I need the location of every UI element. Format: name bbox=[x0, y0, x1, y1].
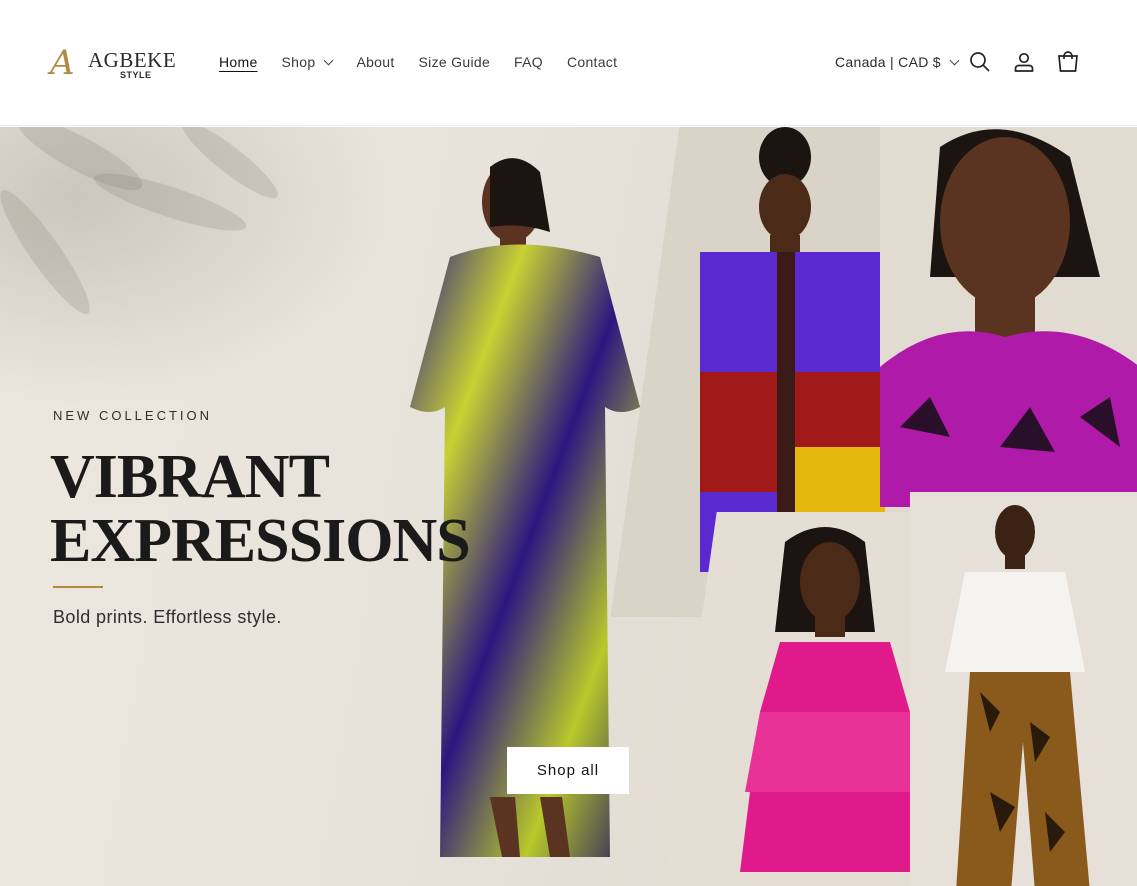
brand-logo[interactable]: A AGBEKE STYLE bbox=[50, 44, 180, 84]
chevron-down-icon bbox=[949, 55, 960, 65]
nav-item-home[interactable]: Home bbox=[219, 54, 258, 70]
nav-item-about[interactable]: About bbox=[356, 54, 394, 70]
logo-monogram: A bbox=[50, 43, 75, 83]
nav-item-shop[interactable]: Shop bbox=[281, 54, 334, 70]
site-header: A AGBEKE STYLE Home Shop About Size Guid… bbox=[0, 0, 1137, 126]
nav-item-faq[interactable]: FAQ bbox=[514, 54, 543, 70]
hero-headline-line2: EXPRESSIONS bbox=[50, 507, 471, 575]
hero-headline-line1: VIBRANT bbox=[50, 443, 330, 511]
nav-item-size-guide[interactable]: Size Guide bbox=[419, 54, 490, 70]
search-icon[interactable] bbox=[968, 50, 992, 74]
main-nav: Home Shop About Size Guide FAQ Contact bbox=[219, 52, 641, 72]
hero-divider bbox=[53, 586, 103, 588]
nav-item-contact[interactable]: Contact bbox=[567, 54, 617, 70]
shop-all-button[interactable]: Shop all bbox=[507, 747, 629, 794]
country-currency-selector[interactable]: Canada | CAD $ bbox=[835, 52, 960, 72]
chevron-down-icon bbox=[324, 55, 334, 65]
hero-tagline: Bold prints. Effortless style. bbox=[53, 607, 282, 627]
locale-label: Canada | CAD $ bbox=[835, 54, 941, 70]
hero-eyebrow: NEW COLLECTION bbox=[53, 408, 213, 423]
hero-photo-magenta-model bbox=[880, 127, 1137, 507]
account-icon[interactable] bbox=[1012, 50, 1036, 74]
hero-headline: VIBRANT EXPRESSIONS bbox=[50, 443, 471, 575]
hero-photo-trousers-model bbox=[910, 492, 1137, 886]
logo-subtitle: STYLE bbox=[120, 70, 152, 80]
hero-banner: NEW COLLECTION VIBRANT EXPRESSIONS Bold … bbox=[0, 127, 1137, 886]
cart-icon[interactable] bbox=[1056, 50, 1080, 74]
nav-item-shop-label: Shop bbox=[281, 54, 316, 70]
